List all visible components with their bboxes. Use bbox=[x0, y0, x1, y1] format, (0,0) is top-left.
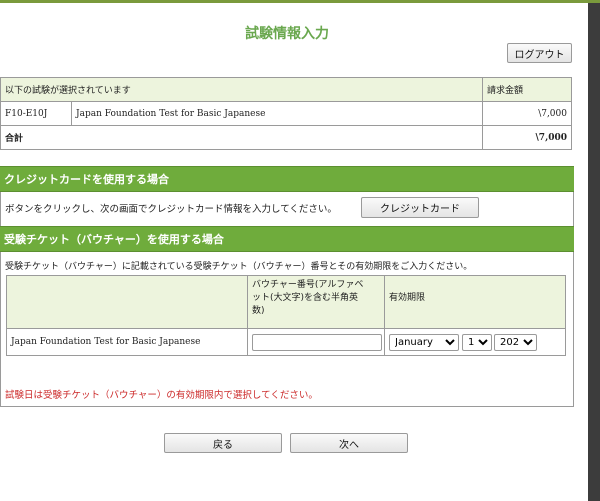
voucher-number-header-line: 数) bbox=[252, 306, 265, 316]
voucher-exam-header bbox=[6, 275, 248, 329]
voucher-box-left-border bbox=[0, 252, 1, 407]
total-row: 合計 \7,000 bbox=[0, 125, 572, 150]
voucher-section-header: 受験チケット（バウチャー）を使用する場合 bbox=[0, 226, 574, 252]
selected-exam-header: 以下の試験が選択されています bbox=[0, 77, 483, 102]
voucher-instruction: 受験チケット（バウチャー）に記載されている受験チケット（バウチャー）番号とその有… bbox=[5, 262, 473, 272]
logout-button[interactable]: ログアウト bbox=[507, 43, 572, 63]
back-button[interactable]: 戻る bbox=[164, 433, 282, 453]
amount-header: 請求金額 bbox=[482, 77, 572, 102]
credit-card-button[interactable]: クレジットカード bbox=[361, 197, 479, 218]
exam-name: Japan Foundation Test for Basic Japanese bbox=[71, 101, 483, 126]
credit-box-right-border bbox=[573, 192, 574, 226]
page-frame: 試験情報入力 ログアウト 以下の試験が選択されています 請求金額 F10-E10… bbox=[0, 3, 588, 501]
credit-instruction: ボタンをクリックし、次の画面でクレジットカード情報を入力してください。 bbox=[5, 204, 337, 215]
credit-section-header: クレジットカードを使用する場合 bbox=[0, 166, 574, 192]
expiry-day-select[interactable]: 1 bbox=[462, 334, 492, 351]
voucher-box-bottom-border bbox=[0, 406, 574, 407]
total-label: 合計 bbox=[0, 125, 483, 150]
next-button[interactable]: 次へ bbox=[290, 433, 408, 453]
voucher-expiry-header: 有効期限 bbox=[384, 275, 566, 329]
voucher-error-message: 試験日は受験チケット（バウチャー）の有効期限内で選択してください。 bbox=[5, 390, 318, 401]
voucher-number-input[interactable] bbox=[252, 334, 382, 351]
page-title: 試験情報入力 bbox=[245, 26, 329, 42]
total-amount: \7,000 bbox=[482, 125, 572, 150]
expiry-month-select[interactable]: January bbox=[389, 334, 459, 351]
table-row: F10-E10J Japan Foundation Test for Basic… bbox=[0, 101, 572, 126]
exam-amount: \7,000 bbox=[482, 101, 572, 126]
selected-exam-table: 以下の試験が選択されています 請求金額 F10-E10J Japan Found… bbox=[0, 77, 572, 150]
voucher-box-right-border bbox=[573, 252, 574, 407]
voucher-number-header-line: ット(大文字)を含む半角英 bbox=[252, 293, 359, 303]
voucher-number-header: バウチャー番号(アルファベ ット(大文字)を含む半角英 数) bbox=[247, 275, 385, 329]
voucher-number-header-line: バウチャー番号(アルファベ bbox=[252, 280, 364, 290]
credit-box-left-border bbox=[0, 192, 1, 226]
voucher-exam-name: Japan Foundation Test for Basic Japanese bbox=[6, 328, 248, 356]
exam-code: F10-E10J bbox=[0, 101, 72, 126]
expiry-year-select[interactable]: 2021 bbox=[494, 334, 537, 351]
